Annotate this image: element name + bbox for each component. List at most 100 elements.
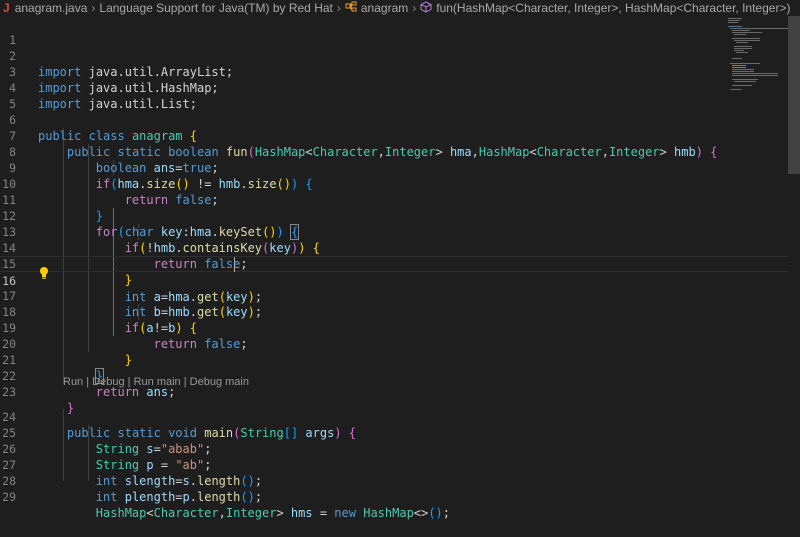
variable: plength (124, 490, 176, 504)
type: Character (153, 506, 219, 520)
chevron-right-icon: › (412, 1, 417, 15)
breadcrumb-extension[interactable]: Language Support for Java(TM) by Red Hat (99, 1, 332, 15)
operator: = (175, 490, 183, 504)
line-number: 29 (2, 490, 16, 504)
code-line[interactable]: 25 String s="abab"; (0, 409, 788, 456)
code-line[interactable]: 5 (0, 80, 788, 111)
minimap-line (734, 48, 752, 49)
breadcrumb: J anagram.java › Language Support for Ja… (0, 0, 800, 16)
codelens: Run | Debug | Run main | Debug main (63, 374, 249, 390)
minimap-line (730, 28, 788, 29)
code-line[interactable]: 24 public static void main(String[] args… (0, 393, 788, 440)
code-line[interactable]: 8 boolean ans=true; (0, 128, 788, 175)
vertical-scrollbar[interactable] (788, 16, 800, 481)
minimap-line (730, 63, 760, 64)
code-line[interactable]: 1 (0, 16, 788, 47)
minimap-line (732, 71, 754, 72)
minimap-line (732, 32, 762, 33)
minimap-line (736, 52, 748, 53)
minimap-line (730, 89, 742, 90)
code-line[interactable]: 2 import java.util.ArrayList; (0, 32, 788, 79)
type: HashMap (363, 506, 414, 520)
code-line[interactable]: 18 if(a!=b) { (0, 288, 788, 335)
bracket: () (428, 506, 443, 520)
codelens-separator: | (180, 376, 190, 388)
minimap-line (734, 81, 756, 82)
minimap-line (732, 67, 746, 68)
minimap-line (732, 69, 754, 70)
operator: = (312, 506, 335, 520)
minimap[interactable] (722, 16, 788, 96)
breadcrumb-class[interactable]: anagram (361, 1, 408, 15)
minimap-line (734, 46, 752, 47)
codelens-debug-main[interactable]: Debug main (190, 376, 249, 388)
keyword: new (334, 506, 356, 520)
variable: hms (290, 506, 313, 520)
class-symbol-icon (345, 1, 357, 15)
code-line[interactable]: 29 HashMap<Character,Integer> hms = new … (0, 473, 788, 520)
code-line[interactable]: 6 public class anagram { (0, 96, 788, 143)
code-line[interactable]: 21 } (0, 336, 788, 384)
codelens-run-main[interactable]: Run main (134, 376, 181, 388)
code-line[interactable]: 26 String p = "ab"; (0, 425, 788, 472)
bracket: () (240, 490, 255, 504)
lightbulb-icon[interactable] (39, 265, 49, 279)
code-line[interactable]: 28 int plength=p.length(); (0, 457, 788, 504)
code-line[interactable]: 4 import java.util.List; (0, 64, 788, 111)
text-cursor (234, 257, 235, 272)
code-line[interactable]: 17 int b=hmb.get(key); (0, 272, 788, 319)
punct: < (146, 506, 154, 520)
minimap-line (728, 22, 738, 23)
minimap-line (732, 30, 750, 31)
minimap-line (732, 38, 760, 39)
scrollbar-thumb[interactable] (788, 16, 800, 174)
code-line[interactable]: 7 public static boolean fun(HashMap<Char… (0, 112, 788, 159)
code-line[interactable]: 27 int slength=s.length(); (0, 441, 788, 488)
minimap-line (732, 79, 758, 80)
type: HashMap (95, 506, 147, 520)
breadcrumb-file[interactable]: anagram.java (15, 1, 88, 15)
code-line[interactable]: 3 import java.util.HashMap; (0, 48, 788, 95)
punct: ; (442, 506, 450, 520)
code-line[interactable]: 14 return false; (0, 224, 788, 271)
variable: p (182, 490, 190, 504)
codelens-run[interactable]: Run (63, 376, 83, 388)
minimap-line (736, 42, 748, 43)
code-line[interactable]: 12 for(char key:hma.keySet()) { (0, 192, 788, 240)
codelens-debug[interactable]: Debug (92, 376, 124, 388)
method-symbol-icon (420, 0, 432, 16)
minimap-line (732, 85, 752, 86)
codelens-separator: | (124, 376, 134, 388)
type: Integer (225, 506, 277, 520)
code-line[interactable]: 11 } (0, 176, 788, 223)
code-line-current[interactable]: 16 int a=hma.get(key); (0, 256, 788, 304)
minimap-line (728, 18, 742, 19)
function-name: length (197, 490, 241, 504)
code-line[interactable]: 9 if(hma.size() != hmb.size()) { (0, 144, 788, 191)
punct: . (189, 490, 197, 504)
punct: <> (413, 506, 429, 520)
minimap-line (732, 75, 778, 76)
minimap-line (732, 73, 778, 74)
breadcrumb-method[interactable]: fun(HashMap<Character, Integer>, HashMap… (436, 1, 790, 15)
punct: , (218, 506, 226, 520)
minimap-line (728, 26, 742, 27)
minimap-line (732, 65, 746, 66)
keyword: int (95, 490, 118, 504)
chevron-right-icon: › (91, 1, 96, 15)
code-line[interactable]: 15 } (0, 240, 788, 287)
minimap-line (732, 58, 742, 59)
minimap-line (734, 34, 746, 35)
code-line[interactable]: 13 if(!hmb.containsKey(key)) { (0, 208, 788, 255)
codelens-separator: | (83, 376, 93, 388)
minimap-line (734, 50, 744, 51)
minimap-line (728, 20, 740, 21)
code-line[interactable]: 10 return false; (0, 160, 788, 207)
punct: ; (254, 490, 263, 504)
code-editor[interactable]: 1 2 import java.util.ArrayList; 3 import… (0, 16, 788, 520)
chevron-right-icon: › (336, 1, 341, 15)
code-line[interactable]: 19 return false; (0, 304, 788, 351)
code-line[interactable]: 22 return ans; (0, 352, 788, 399)
minimap-line (734, 40, 760, 41)
code-line[interactable]: 20 } (0, 320, 788, 367)
